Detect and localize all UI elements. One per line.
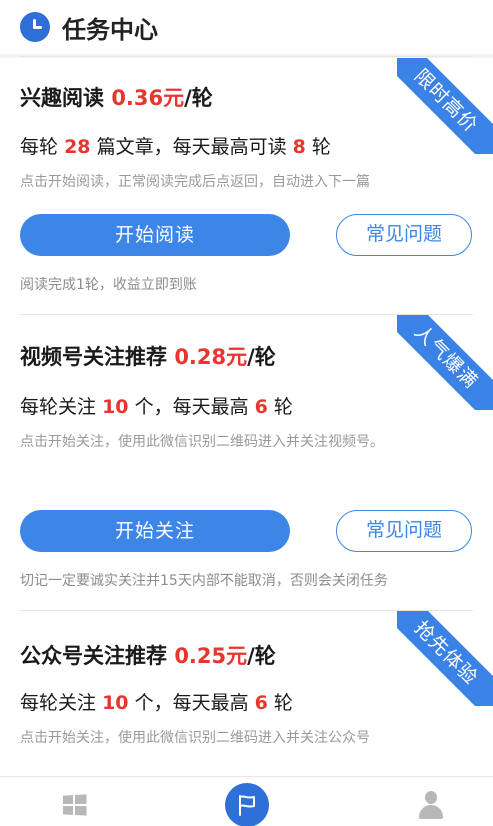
task-description: 点击开始关注，使用此微信识别二维码进入并关注视频号。 [20, 434, 384, 450]
task-title: 兴趣阅读 0.36元/轮 [20, 82, 213, 112]
flag-icon [225, 783, 269, 826]
rule-max-rounds: 6 [254, 692, 268, 714]
task-price: 0.28元 [174, 345, 248, 369]
rule-text: 每轮关注 [20, 692, 97, 714]
faq-button[interactable]: 常见问题 [336, 214, 472, 256]
task-rule: 每轮关注 10 个，每天最高 6 轮 [20, 688, 293, 715]
task-title-text: 兴趣阅读 [20, 86, 104, 110]
start-follow-button[interactable]: 开始关注 [20, 510, 290, 552]
rule-count: 10 [102, 396, 129, 418]
divider [20, 610, 473, 611]
rule-max-rounds: 6 [254, 396, 268, 418]
rule-max-rounds: 8 [292, 136, 306, 158]
rule-text: 轮 [273, 396, 293, 418]
task-rule: 每轮关注 10 个，每天最高 6 轮 [20, 392, 293, 419]
rule-text: 轮 [273, 692, 293, 714]
rule-text: 每轮 [20, 136, 59, 158]
task-price-unit: /轮 [184, 86, 213, 110]
rule-text: 篇文章，每天最高可读 [96, 136, 287, 158]
user-icon [419, 791, 443, 819]
rule-count: 28 [64, 136, 91, 158]
task-description: 点击开始关注，使用此微信识别二维码进入并关注公众号 [20, 730, 370, 746]
task-title-text: 公众号关注推荐 [20, 644, 167, 668]
task-note: 切记一定要诚实关注并15天内部不能取消，否则会关闭任务 [20, 573, 388, 589]
rule-text: 个，每天最高 [134, 396, 249, 418]
clock-icon [20, 12, 50, 42]
task-description: 点击开始阅读，正常阅读完成后点返回，自动进入下一篇 [20, 174, 370, 190]
windows-icon [62, 794, 87, 816]
task-card-video-follow: 人气爆满 视频号关注推荐 0.28元/轮 每轮关注 10 个，每天最高 6 轮 … [0, 314, 493, 610]
divider [20, 314, 473, 315]
task-card-reading: 限时高价 兴趣阅读 0.36元/轮 每轮 28 篇文章，每天最高可读 8 轮 点… [0, 58, 493, 314]
task-title: 视频号关注推荐 0.28元/轮 [20, 341, 276, 371]
tab-tasks[interactable] [225, 777, 285, 826]
rule-text: 每轮关注 [20, 396, 97, 418]
task-title: 公众号关注推荐 0.25元/轮 [20, 640, 276, 670]
task-price-unit: /轮 [247, 644, 276, 668]
task-title-text: 视频号关注推荐 [20, 345, 167, 369]
tab-profile[interactable] [400, 777, 460, 826]
task-card-account-follow: 抢先体验 公众号关注推荐 0.25元/轮 每轮关注 10 个，每天最高 6 轮 … [0, 610, 493, 776]
task-rule: 每轮 28 篇文章，每天最高可读 8 轮 [20, 132, 331, 159]
page-title: 任务中心 [62, 15, 158, 44]
bottom-tab-bar [0, 776, 493, 826]
task-price: 0.36元 [111, 86, 185, 110]
task-price-unit: /轮 [247, 345, 276, 369]
rule-text: 个，每天最高 [134, 692, 249, 714]
divider [20, 56, 473, 57]
faq-button[interactable]: 常见问题 [336, 510, 472, 552]
tab-home[interactable] [44, 777, 104, 826]
page-header: 任务中心 [0, 0, 493, 54]
task-note: 阅读完成1轮，收益立即到账 [20, 277, 197, 293]
task-price: 0.25元 [174, 644, 248, 668]
start-reading-button[interactable]: 开始阅读 [20, 214, 290, 256]
rule-count: 10 [102, 692, 129, 714]
rule-text: 轮 [311, 136, 331, 158]
